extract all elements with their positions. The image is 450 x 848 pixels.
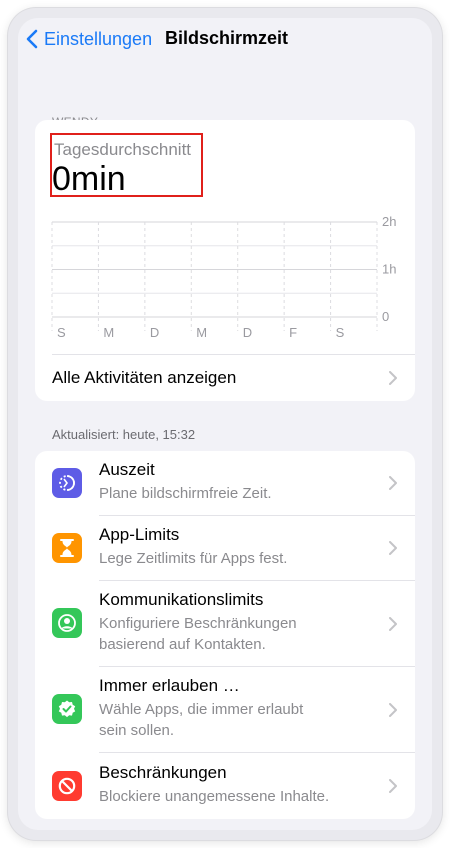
usage-chart: 2h 1h 0 S M D M D F S xyxy=(51,214,396,340)
x-tick-label: F xyxy=(289,325,297,340)
show-all-activities-label: Alle Aktivitäten anzeigen xyxy=(52,368,237,387)
show-all-activities-row[interactable]: Alle Aktivitäten anzeigen xyxy=(52,355,415,401)
always-allowed-title: Immer erlauben … xyxy=(99,676,240,695)
x-tick-label: S xyxy=(57,325,66,340)
x-tick-label: S xyxy=(336,325,345,340)
downtime-icon xyxy=(52,468,82,498)
app-limits-row[interactable]: App-Limits Lege Zeitlimits für Apps fest… xyxy=(35,516,415,581)
always-allowed-subtitle-line2: sein sollen. xyxy=(99,722,175,739)
back-button[interactable]: Einstellungen xyxy=(26,27,152,51)
navigation-bar: Einstellungen Bildschirmzeit xyxy=(18,18,432,60)
communication-limits-subtitle-line2: basierend auf Kontakten. xyxy=(99,636,266,653)
app-limits-subtitle: Lege Zeitlimits für Apps fest. xyxy=(99,550,288,567)
chevron-right-icon xyxy=(389,617,397,631)
chevron-right-icon xyxy=(389,371,397,385)
checkmark-badge-icon xyxy=(52,694,82,724)
x-tick-label: M xyxy=(103,325,114,340)
app-limits-title: App-Limits xyxy=(99,525,180,544)
y-tick-label: 1h xyxy=(382,262,396,277)
y-tick-label: 0 xyxy=(382,309,389,324)
person-circle-icon xyxy=(52,608,82,638)
y-tick-label: 2h xyxy=(382,214,396,229)
x-tick-label: D xyxy=(243,325,252,340)
downtime-row[interactable]: Auszeit Plane bildschirmfreie Zeit. xyxy=(35,451,415,516)
settings-card: Auszeit Plane bildschirmfreie Zeit. App-… xyxy=(35,451,415,819)
hourglass-icon xyxy=(52,533,82,563)
page-title: Bildschirmzeit xyxy=(165,28,289,48)
highlight-box xyxy=(50,133,203,197)
chevron-left-icon xyxy=(26,29,38,49)
always-allowed-row[interactable]: Immer erlauben … Wähle Apps, die immer e… xyxy=(35,667,415,753)
screen: Einstellungen Bildschirmzeit WENDY Tages… xyxy=(18,18,432,830)
chevron-right-icon xyxy=(389,703,397,717)
x-tick-label: D xyxy=(150,325,159,340)
always-allowed-subtitle-line1: Wähle Apps, die immer erlaubt xyxy=(99,701,304,718)
restrictions-subtitle: Blockiere unangemessene Inhalte. xyxy=(99,788,330,805)
chevron-right-icon xyxy=(389,541,397,555)
updated-timestamp: Aktualisiert: heute, 15:32 xyxy=(52,427,196,442)
communication-limits-subtitle-line1: Konfiguriere Beschränkungen xyxy=(99,615,297,632)
restrictions-title: Beschränkungen xyxy=(99,763,227,782)
communication-limits-row[interactable]: Kommunikationslimits Konfiguriere Beschr… xyxy=(35,581,415,667)
chevron-right-icon xyxy=(389,476,397,490)
chevron-right-icon xyxy=(389,779,397,793)
downtime-subtitle: Plane bildschirmfreie Zeit. xyxy=(99,485,272,502)
downtime-title: Auszeit xyxy=(99,460,155,479)
restriction-icon xyxy=(52,771,82,801)
x-tick-label: M xyxy=(196,325,207,340)
back-button-label: Einstellungen xyxy=(44,28,153,49)
usage-card: Tagesdurchschnitt 0min 2h 1h 0 S M D M D F S Alle… xyxy=(35,120,415,401)
communication-limits-title: Kommunikationslimits xyxy=(99,590,264,609)
restrictions-row[interactable]: Beschränkungen Blockiere unangemessene I… xyxy=(35,753,415,819)
